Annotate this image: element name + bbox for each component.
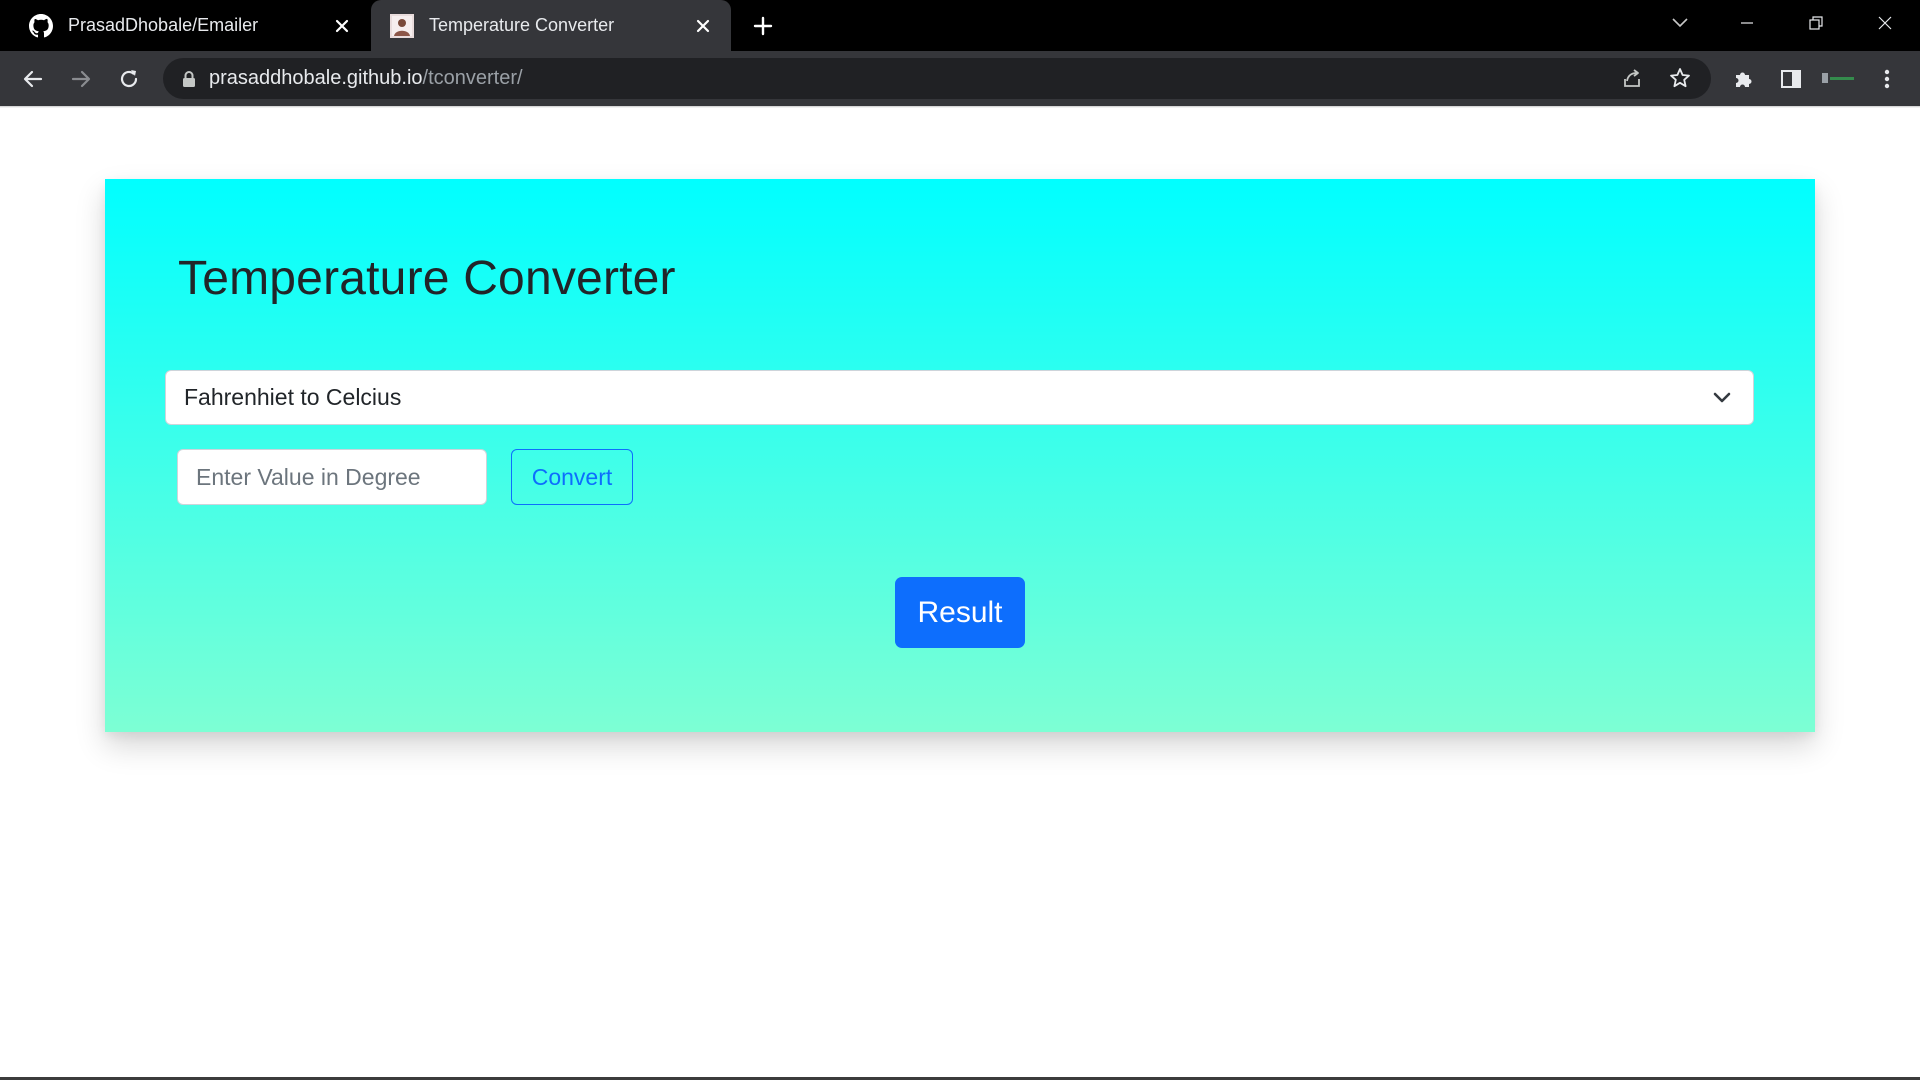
tab-title: PrasadDhobale/Emailer [68,15,259,35]
url-path: /tconverter/ [422,67,523,89]
close-window-button[interactable] [1865,8,1905,38]
bookmark-star-icon[interactable] [1663,61,1697,95]
result-button[interactable]: Result [895,577,1025,648]
github-icon [28,13,54,39]
url-text: prasaddhobale.github.io/tconverter/ [209,67,523,90]
conversion-select-value: Fahrenhiet to Celcius [184,384,402,410]
url-host: prasaddhobale.github.io [209,67,423,89]
reload-icon [120,70,138,88]
tab-search-button[interactable] [1660,8,1700,38]
close-icon[interactable] [689,12,717,40]
extensions-button[interactable] [1726,62,1760,96]
tab-temperature-converter[interactable]: Temperature Converter [371,0,731,51]
minimize-icon [1741,22,1753,24]
conversion-select[interactable]: Fahrenhiet to Celcius [165,370,1754,425]
chevron-down-icon [1672,18,1688,28]
chevron-down-icon [1711,387,1733,409]
profile-photo-icon [389,13,415,39]
more-vertical-icon [1884,69,1890,89]
side-panel-icon [1781,70,1801,88]
plus-icon [753,16,773,36]
profile-icon[interactable] [1822,68,1858,88]
back-button[interactable] [16,62,50,96]
close-icon [1878,16,1892,30]
tab-title: Temperature Converter [429,15,615,35]
restore-button[interactable] [1796,8,1836,38]
browser-toolbar: prasaddhobale.github.io/tconverter/ [0,51,1920,106]
lock-icon[interactable] [179,69,199,89]
restore-icon [1809,16,1823,30]
address-bar[interactable]: prasaddhobale.github.io/tconverter/ [163,58,1711,99]
side-panel-button[interactable] [1774,62,1808,96]
new-tab-button[interactable] [748,11,778,41]
reload-button[interactable] [112,62,146,96]
toolbar-divider [0,106,1920,108]
forward-button[interactable] [64,62,98,96]
puzzle-icon [1736,72,1752,87]
arrow-left-icon [23,70,43,88]
close-icon[interactable] [328,12,356,40]
page-title: Temperature Converter [178,252,676,305]
convert-button[interactable]: Convert [511,449,633,505]
converter-card: Temperature Converter Fahrenhiet to Celc… [105,179,1815,732]
tab-emailer[interactable]: PrasadDhobale/Emailer [0,0,370,51]
arrow-right-icon [71,70,91,88]
degree-input[interactable] [177,449,487,505]
tab-strip: PrasadDhobale/Emailer Temperature Conver… [0,0,1920,51]
share-icon[interactable] [1615,61,1649,95]
minimize-button[interactable] [1727,8,1767,38]
browser-menu-button[interactable] [1870,62,1904,96]
